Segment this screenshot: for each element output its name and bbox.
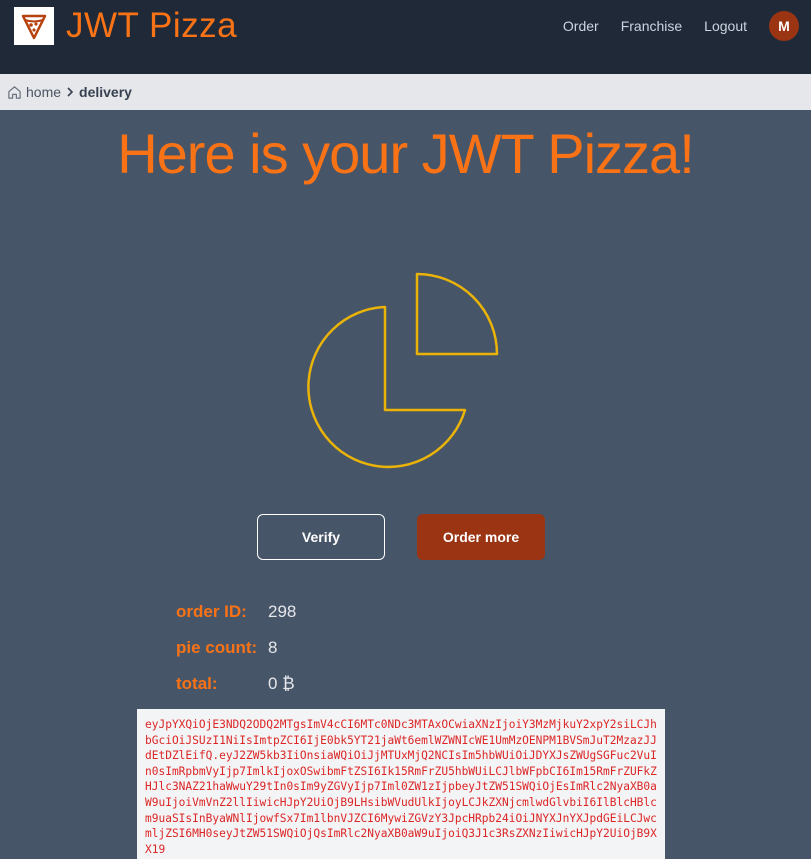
home-icon bbox=[8, 85, 21, 99]
order-id-label: order ID: bbox=[176, 602, 247, 621]
total-label: total: bbox=[176, 674, 218, 693]
pie-count-row: pie count: 8 bbox=[176, 630, 296, 666]
pizza-logo-icon[interactable] bbox=[14, 7, 54, 45]
nav-franchise-link[interactable]: Franchise bbox=[621, 18, 682, 34]
pie-count-value: 8 bbox=[268, 638, 278, 657]
breadcrumb-current: delivery bbox=[79, 84, 132, 100]
order-id-row: order ID: 298 bbox=[176, 594, 296, 630]
nav-order-link[interactable]: Order bbox=[563, 18, 599, 34]
page-title: Here is your JWT Pizza! bbox=[117, 122, 695, 185]
breadcrumb-home[interactable]: home bbox=[7, 84, 61, 100]
breadcrumb: home delivery bbox=[0, 74, 811, 110]
action-buttons: Verify Order more bbox=[257, 514, 545, 560]
brand-name[interactable]: JWT Pizza bbox=[66, 4, 237, 48]
chevron-right-icon bbox=[65, 86, 75, 98]
breadcrumb-home-label: home bbox=[26, 84, 62, 100]
verify-button[interactable]: Verify bbox=[257, 514, 385, 560]
order-id-value: 298 bbox=[268, 602, 297, 621]
user-avatar[interactable]: M bbox=[769, 11, 799, 41]
jwt-token-display: eyJpYXQiOjE3NDQ2ODQ2MTgsImV4cCI6MTc0NDc3… bbox=[137, 709, 665, 859]
nav-logout-link[interactable]: Logout bbox=[704, 18, 747, 34]
pizza-pie-icon bbox=[300, 270, 504, 479]
top-navbar: JWT Pizza Order Franchise Logout M bbox=[0, 0, 811, 74]
main-nav: Order Franchise Logout M bbox=[563, 11, 799, 41]
order-details: order ID: 298 pie count: 8 total: 0 ₿ bbox=[176, 594, 296, 702]
total-value: 0 ₿ bbox=[268, 674, 295, 693]
order-more-button[interactable]: Order more bbox=[417, 514, 545, 560]
pie-count-label: pie count: bbox=[176, 638, 258, 657]
total-row: total: 0 ₿ bbox=[176, 666, 296, 702]
